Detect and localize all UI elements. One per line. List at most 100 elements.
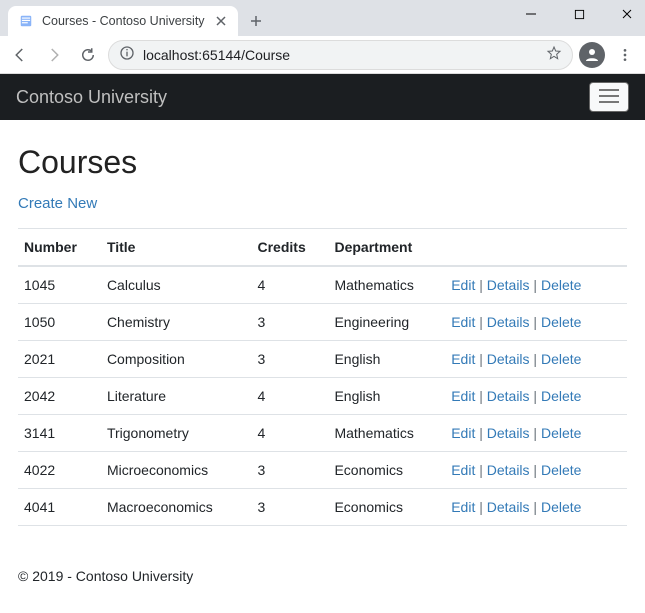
delete-link[interactable]: Delete [541, 462, 581, 478]
navbar-toggle-button[interactable] [589, 82, 629, 112]
edit-link[interactable]: Edit [451, 277, 475, 293]
page-icon [18, 13, 34, 29]
delete-link[interactable]: Delete [541, 277, 581, 293]
cell-number: 4041 [18, 489, 101, 526]
page-title: Courses [18, 144, 627, 181]
new-tab-button[interactable] [242, 7, 270, 35]
forward-button[interactable] [40, 41, 68, 69]
url-text: localhost:65144/Course [143, 47, 538, 63]
cell-title: Composition [101, 341, 252, 378]
page-body: Courses Create New Number Title Credits … [0, 120, 645, 550]
col-actions [445, 229, 627, 267]
cell-number: 2021 [18, 341, 101, 378]
details-link[interactable]: Details [487, 277, 530, 293]
cell-credits: 4 [252, 415, 329, 452]
edit-link[interactable]: Edit [451, 462, 475, 478]
reload-button[interactable] [74, 41, 102, 69]
details-link[interactable]: Details [487, 499, 530, 515]
details-link[interactable]: Details [487, 462, 530, 478]
cell-department: Mathematics [328, 415, 445, 452]
delete-link[interactable]: Delete [541, 499, 581, 515]
table-row: 4022Microeconomics3EconomicsEdit | Detai… [18, 452, 627, 489]
table-header-row: Number Title Credits Department [18, 229, 627, 267]
window-controls [517, 4, 641, 24]
footer-text: © 2019 - Contoso University [18, 568, 193, 584]
cell-number: 2042 [18, 378, 101, 415]
cell-number: 1045 [18, 266, 101, 304]
browser-toolbar: localhost:65144/Course [0, 36, 645, 74]
col-credits: Credits [252, 229, 329, 267]
cell-department: Economics [328, 489, 445, 526]
delete-link[interactable]: Delete [541, 314, 581, 330]
cell-actions: Edit | Details | Delete [445, 341, 627, 378]
col-title: Title [101, 229, 252, 267]
edit-link[interactable]: Edit [451, 499, 475, 515]
bookmark-icon[interactable] [546, 45, 562, 64]
cell-department: Mathematics [328, 266, 445, 304]
table-row: 3141Trigonometry4MathematicsEdit | Detai… [18, 415, 627, 452]
cell-actions: Edit | Details | Delete [445, 452, 627, 489]
details-link[interactable]: Details [487, 388, 530, 404]
brand-link[interactable]: Contoso University [16, 87, 167, 108]
col-number: Number [18, 229, 101, 267]
tab-title: Courses - Contoso University [42, 14, 206, 28]
cell-department: Engineering [328, 304, 445, 341]
cell-actions: Edit | Details | Delete [445, 489, 627, 526]
cell-department: English [328, 341, 445, 378]
delete-link[interactable]: Delete [541, 351, 581, 367]
cell-number: 4022 [18, 452, 101, 489]
browser-chrome: Courses - Contoso University loc [0, 0, 645, 74]
cell-title: Calculus [101, 266, 252, 304]
app-navbar: Contoso University [0, 74, 645, 120]
close-tab-icon[interactable] [214, 14, 228, 28]
window-close-button[interactable] [613, 4, 641, 24]
edit-link[interactable]: Edit [451, 425, 475, 441]
cell-actions: Edit | Details | Delete [445, 266, 627, 304]
cell-title: Trigonometry [101, 415, 252, 452]
table-row: 2042Literature4EnglishEdit | Details | D… [18, 378, 627, 415]
create-new-link[interactable]: Create New [18, 195, 97, 212]
edit-link[interactable]: Edit [451, 388, 475, 404]
cell-department: Economics [328, 452, 445, 489]
details-link[interactable]: Details [487, 425, 530, 441]
cell-number: 3141 [18, 415, 101, 452]
browser-tab[interactable]: Courses - Contoso University [8, 6, 238, 36]
table-row: 1045Calculus4MathematicsEdit | Details |… [18, 266, 627, 304]
address-bar[interactable]: localhost:65144/Course [108, 40, 573, 70]
cell-actions: Edit | Details | Delete [445, 378, 627, 415]
site-info-icon[interactable] [119, 45, 135, 64]
cell-credits: 4 [252, 378, 329, 415]
delete-link[interactable]: Delete [541, 388, 581, 404]
details-link[interactable]: Details [487, 351, 530, 367]
cell-credits: 3 [252, 452, 329, 489]
cell-credits: 4 [252, 266, 329, 304]
window-maximize-button[interactable] [565, 4, 593, 24]
cell-number: 1050 [18, 304, 101, 341]
profile-button[interactable] [579, 42, 605, 68]
table-row: 2021Composition3EnglishEdit | Details | … [18, 341, 627, 378]
hamburger-icon [599, 89, 619, 106]
browser-titlebar: Courses - Contoso University [0, 0, 645, 36]
window-minimize-button[interactable] [517, 4, 545, 24]
cell-department: English [328, 378, 445, 415]
cell-title: Macroeconomics [101, 489, 252, 526]
details-link[interactable]: Details [487, 314, 530, 330]
cell-title: Chemistry [101, 304, 252, 341]
table-row: 1050Chemistry3EngineeringEdit | Details … [18, 304, 627, 341]
col-department: Department [328, 229, 445, 267]
edit-link[interactable]: Edit [451, 351, 475, 367]
cell-credits: 3 [252, 304, 329, 341]
browser-menu-button[interactable] [611, 41, 639, 69]
cell-title: Microeconomics [101, 452, 252, 489]
back-button[interactable] [6, 41, 34, 69]
courses-table: Number Title Credits Department 1045Calc… [18, 228, 627, 526]
cell-title: Literature [101, 378, 252, 415]
delete-link[interactable]: Delete [541, 425, 581, 441]
edit-link[interactable]: Edit [451, 314, 475, 330]
page-footer: © 2019 - Contoso University [0, 550, 645, 602]
cell-actions: Edit | Details | Delete [445, 415, 627, 452]
cell-credits: 3 [252, 489, 329, 526]
cell-credits: 3 [252, 341, 329, 378]
cell-actions: Edit | Details | Delete [445, 304, 627, 341]
table-row: 4041Macroeconomics3EconomicsEdit | Detai… [18, 489, 627, 526]
